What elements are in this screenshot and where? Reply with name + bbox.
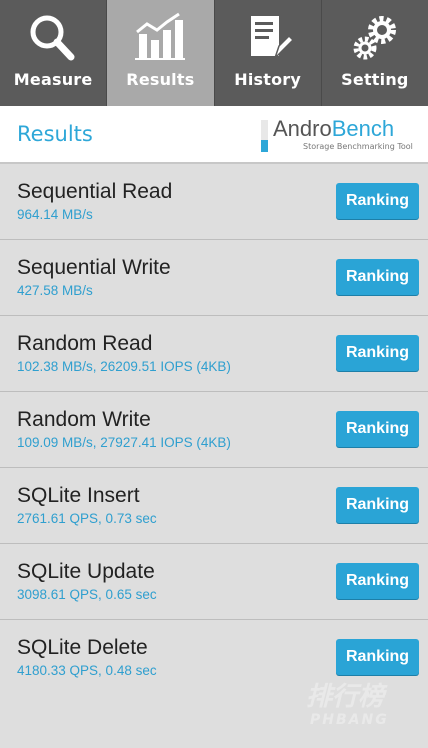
test-result: 102.38 MB/s, 26209.51 IOPS (4KB) <box>17 359 231 374</box>
result-row-sqlite-insert: SQLite Insert 2761.61 QPS, 0.73 sec Rank… <box>0 468 428 544</box>
test-result: 427.58 MB/s <box>17 283 93 298</box>
logo-subtitle: Storage Benchmarking Tool <box>303 142 413 151</box>
result-row-sequential-write: Sequential Write 427.58 MB/s Ranking <box>0 240 428 316</box>
test-name: SQLite Delete <box>17 636 148 659</box>
test-name: Random Write <box>17 408 151 431</box>
ranking-button[interactable]: Ranking <box>336 639 419 675</box>
tab-label: Measure <box>13 70 93 89</box>
logo-name: AndroBench <box>273 116 395 141</box>
ranking-button[interactable]: Ranking <box>336 335 419 371</box>
test-name: Sequential Write <box>17 256 171 279</box>
tab-history[interactable]: History <box>215 0 322 106</box>
ranking-button[interactable]: Ranking <box>336 259 419 295</box>
top-tab-bar: Measure Results History Setting <box>0 0 428 106</box>
result-row-random-write: Random Write 109.09 MB/s, 27927.41 IOPS … <box>0 392 428 468</box>
bar-chart-icon <box>135 12 186 60</box>
watermark-subtext: PHBANG <box>310 712 389 728</box>
magnifier-icon <box>30 15 75 61</box>
test-result: 2761.61 QPS, 0.73 sec <box>17 511 157 526</box>
test-name: SQLite Update <box>17 560 155 583</box>
test-result: 4180.33 QPS, 0.48 sec <box>17 663 157 678</box>
result-row-random-read: Random Read 102.38 MB/s, 26209.51 IOPS (… <box>0 316 428 392</box>
tab-setting[interactable]: Setting <box>322 0 428 106</box>
test-name: SQLite Insert <box>17 484 140 507</box>
ranking-button[interactable]: Ranking <box>336 487 419 523</box>
test-result: 109.09 MB/s, 27927.41 IOPS (4KB) <box>17 435 231 450</box>
tab-label: History <box>234 70 301 89</box>
tab-label: Setting <box>341 70 409 89</box>
result-row-sequential-read: Sequential Read 964.14 MB/s Ranking <box>0 164 428 240</box>
tab-measure[interactable]: Measure <box>0 0 108 106</box>
tab-label: Results <box>126 70 195 89</box>
test-name: Sequential Read <box>17 180 173 203</box>
gears-icon <box>353 16 396 60</box>
ranking-button[interactable]: Ranking <box>336 411 419 447</box>
result-row-sqlite-update: SQLite Update 3098.61 QPS, 0.65 sec Rank… <box>0 544 428 620</box>
test-result: 964.14 MB/s <box>17 207 93 222</box>
test-result: 3098.61 QPS, 0.65 sec <box>17 587 157 602</box>
test-name: Random Read <box>17 332 153 355</box>
logo-bar-icon <box>261 120 268 152</box>
androbench-logo: AndroBench Storage Benchmarking Tool <box>259 116 419 156</box>
ranking-button[interactable]: Ranking <box>336 183 419 219</box>
results-list: Sequential Read 964.14 MB/s Ranking Sequ… <box>0 164 428 695</box>
page-title: Results <box>17 122 93 146</box>
tab-results[interactable]: Results <box>107 0 215 106</box>
ranking-button[interactable]: Ranking <box>336 563 419 599</box>
document-pencil-icon <box>250 16 294 59</box>
watermark-text: 排行榜 <box>306 682 385 712</box>
watermark: 排行榜 PHBANG <box>300 676 420 736</box>
